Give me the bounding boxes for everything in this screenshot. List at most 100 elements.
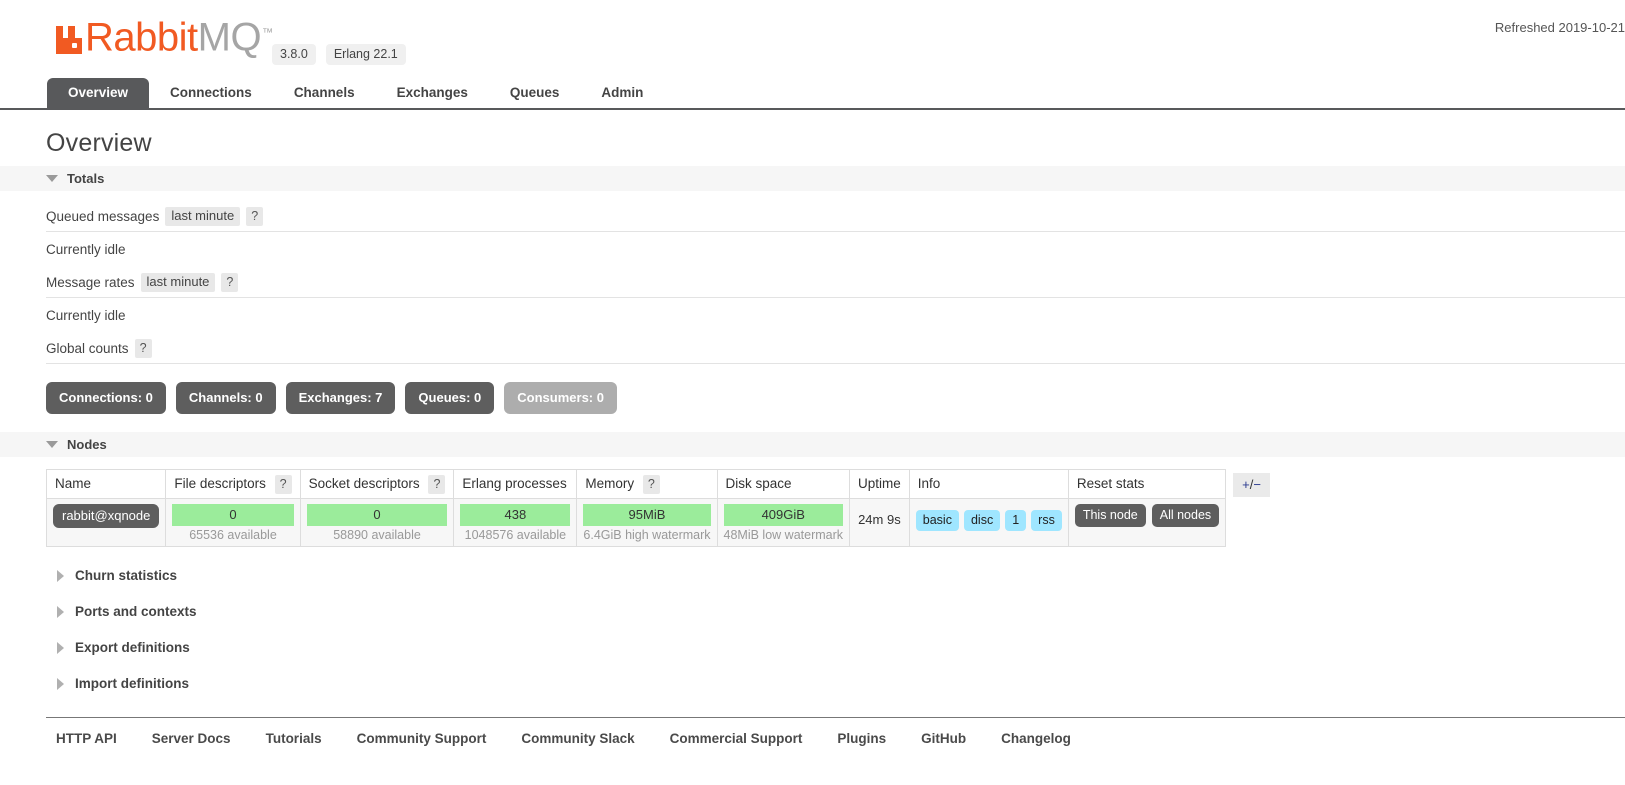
column-header-memory[interactable]: Memory ? bbox=[576, 469, 718, 499]
queued-messages-status: Currently idle bbox=[46, 242, 126, 257]
queued-messages-help-icon[interactable]: ? bbox=[246, 207, 264, 226]
section-churn-statistics[interactable]: Churn statistics bbox=[57, 568, 177, 583]
queued-messages-header: Queued messages last minute ? bbox=[46, 207, 1625, 232]
tab-channels[interactable]: Channels bbox=[273, 78, 376, 108]
tab-exchanges[interactable]: Exchanges bbox=[376, 78, 489, 108]
global-counts-label: Global counts bbox=[46, 341, 129, 356]
section-ports-and-contexts[interactable]: Ports and contexts bbox=[57, 604, 197, 619]
logo-trademark: ™ bbox=[262, 27, 273, 39]
reset-this-node-button[interactable]: This node bbox=[1074, 504, 1146, 527]
message-rates-help-icon[interactable]: ? bbox=[221, 273, 239, 292]
footer-link-github[interactable]: GitHub bbox=[921, 731, 966, 746]
column-toggle-minus: − bbox=[1253, 477, 1261, 492]
column-header-file-descriptors[interactable]: File descriptors ? bbox=[165, 469, 301, 499]
socket-descriptors-value: 0 bbox=[306, 504, 448, 526]
message-rates-period-selector[interactable]: last minute bbox=[140, 273, 216, 292]
chevron-right-icon bbox=[57, 641, 64, 654]
column-header-uptime-label: Uptime bbox=[858, 476, 901, 491]
node-name-link[interactable]: rabbit@xqnode bbox=[53, 504, 160, 528]
column-header-socket-descriptors-label: Socket descriptors bbox=[308, 476, 420, 491]
column-header-disk-space-label: Disk space bbox=[725, 476, 792, 491]
disk-space-note: 48MiB low watermark bbox=[723, 528, 844, 542]
footer-links: HTTP API Server Docs Tutorials Community… bbox=[56, 731, 1625, 746]
column-header-erlang-processes-label: Erlang processes bbox=[462, 476, 567, 491]
message-rates-status: Currently idle bbox=[46, 308, 126, 323]
column-header-name[interactable]: Name bbox=[45, 469, 167, 499]
erlang-processes-note: 1048576 available bbox=[464, 528, 567, 542]
cell-node-name: rabbit@xqnode bbox=[45, 498, 167, 547]
section-export-definitions[interactable]: Export definitions bbox=[57, 640, 190, 655]
main-navigation: Overview Connections Channels Exchanges … bbox=[0, 78, 1625, 108]
erlang-version-badge: Erlang 22.1 bbox=[325, 44, 406, 65]
footer-link-community-support[interactable]: Community Support bbox=[357, 731, 487, 746]
column-header-reset-stats-label: Reset stats bbox=[1076, 476, 1145, 491]
info-badge-group: basic disc 1 rss bbox=[915, 504, 1062, 531]
cell-reset-stats: This node All nodes bbox=[1067, 498, 1227, 547]
column-header-info[interactable]: Info bbox=[908, 469, 1069, 499]
section-label-ports-and-contexts: Ports and contexts bbox=[75, 604, 197, 619]
column-header-file-descriptors-label: File descriptors bbox=[174, 476, 266, 491]
cell-memory: 95MiB 6.4GiB high watermark bbox=[576, 498, 718, 547]
reset-all-nodes-button[interactable]: All nodes bbox=[1151, 504, 1220, 527]
column-header-info-label: Info bbox=[917, 476, 941, 491]
column-header-uptime[interactable]: Uptime bbox=[849, 469, 910, 499]
count-badge-channels[interactable]: Channels: 0 bbox=[175, 382, 276, 414]
section-import-definitions[interactable]: Import definitions bbox=[57, 676, 189, 691]
column-header-socket-descriptors[interactable]: Socket descriptors ? bbox=[299, 469, 455, 499]
tab-overview[interactable]: Overview bbox=[47, 78, 150, 108]
section-header-totals[interactable]: Totals bbox=[0, 166, 1625, 191]
message-rates-header: Message rates last minute ? bbox=[46, 273, 1625, 298]
memory-help-icon[interactable]: ? bbox=[642, 475, 660, 494]
cell-disk-space: 409GiB 48MiB low watermark bbox=[716, 498, 851, 547]
footer-link-plugins[interactable]: Plugins bbox=[837, 731, 886, 746]
chevron-right-icon bbox=[57, 569, 64, 582]
nav-divider bbox=[0, 108, 1625, 110]
count-badge-consumers[interactable]: Consumers: 0 bbox=[504, 382, 617, 414]
page-header: RabbitMQ™ 3.8.0 Erlang 22.1 Refreshed 20… bbox=[0, 0, 1625, 78]
tab-queues[interactable]: Queues bbox=[489, 78, 581, 108]
cell-uptime: 24m 9s bbox=[849, 498, 910, 547]
column-toggle-button[interactable]: +/− bbox=[1233, 473, 1270, 497]
queued-messages-period-selector[interactable]: last minute bbox=[165, 207, 241, 226]
count-badge-queues[interactable]: Queues: 0 bbox=[405, 382, 495, 414]
info-badge-rss[interactable]: rss bbox=[1031, 510, 1062, 531]
footer-link-http-api[interactable]: HTTP API bbox=[56, 731, 117, 746]
column-toggle-plus: + bbox=[1242, 477, 1250, 492]
file-descriptors-help-icon[interactable]: ? bbox=[274, 475, 292, 494]
tab-connections[interactable]: Connections bbox=[149, 78, 273, 108]
chevron-down-icon bbox=[46, 441, 58, 448]
tab-admin[interactable]: Admin bbox=[580, 78, 664, 108]
footer-link-commercial-support[interactable]: Commercial Support bbox=[670, 731, 803, 746]
rabbitmq-logo-icon bbox=[56, 22, 82, 55]
count-badge-exchanges[interactable]: Exchanges: 7 bbox=[285, 382, 396, 414]
footer-link-changelog[interactable]: Changelog bbox=[1001, 731, 1071, 746]
rabbitmq-logo[interactable]: RabbitMQ™ bbox=[56, 16, 273, 57]
count-badge-connections[interactable]: Connections: 0 bbox=[46, 382, 166, 414]
footer-link-server-docs[interactable]: Server Docs bbox=[152, 731, 231, 746]
column-header-erlang-processes[interactable]: Erlang processes bbox=[453, 469, 578, 499]
rabbitmq-version-badge: 3.8.0 bbox=[272, 44, 316, 65]
section-header-nodes[interactable]: Nodes bbox=[0, 432, 1625, 457]
logo-text-rabbit: Rabbit bbox=[85, 15, 198, 60]
info-badge-count[interactable]: 1 bbox=[1005, 510, 1027, 531]
global-counts-badges: Connections: 0 Channels: 0 Exchanges: 7 … bbox=[46, 382, 1625, 414]
socket-descriptors-note: 58890 available bbox=[333, 528, 421, 542]
cell-erlang-processes: 438 1048576 available bbox=[453, 498, 578, 547]
page-content: Overview Totals Queued messages last min… bbox=[0, 129, 1625, 746]
memory-value: 95MiB bbox=[583, 504, 711, 526]
global-counts-help-icon[interactable]: ? bbox=[134, 339, 152, 358]
footer-divider bbox=[46, 717, 1625, 718]
info-badge-basic[interactable]: basic bbox=[915, 510, 959, 531]
column-header-reset-stats[interactable]: Reset stats bbox=[1067, 469, 1227, 499]
disk-space-value: 409GiB bbox=[723, 504, 844, 526]
column-header-disk-space[interactable]: Disk space bbox=[716, 469, 851, 499]
file-descriptors-value: 0 bbox=[172, 504, 294, 526]
table-header-row: Name File descriptors ? Socket descripto… bbox=[45, 469, 1227, 499]
socket-descriptors-help-icon[interactable]: ? bbox=[428, 475, 446, 494]
section-label-export-definitions: Export definitions bbox=[75, 640, 190, 655]
message-rates-label: Message rates bbox=[46, 275, 135, 290]
footer-link-community-slack[interactable]: Community Slack bbox=[521, 731, 634, 746]
info-badge-disc[interactable]: disc bbox=[963, 510, 1001, 531]
footer-link-tutorials[interactable]: Tutorials bbox=[266, 731, 322, 746]
refreshed-timestamp: Refreshed 2019-10-21 bbox=[1494, 20, 1625, 35]
